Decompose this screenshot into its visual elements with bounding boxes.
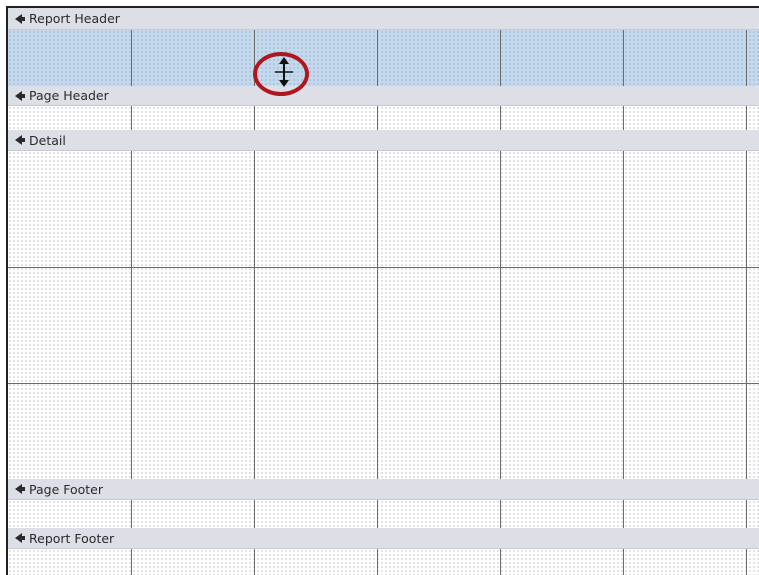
detail-section[interactable]: [8, 151, 759, 479]
grid-line: [254, 151, 255, 479]
grid-line: [254, 549, 255, 575]
grid-line: [746, 500, 747, 528]
report-footer-section[interactable]: [8, 549, 759, 575]
grid-line: [254, 500, 255, 528]
page-footer-section[interactable]: [8, 500, 759, 528]
grid-line: [8, 383, 759, 384]
grid-line: [131, 500, 132, 528]
grid-line: [377, 500, 378, 528]
grid-line: [623, 106, 624, 130]
detail-bar[interactable]: Detail: [8, 130, 759, 151]
page-header-bar[interactable]: Page Header: [8, 86, 759, 106]
report-header-section[interactable]: [8, 30, 759, 86]
grid-line: [500, 549, 501, 575]
report-footer-label: Report Footer: [29, 530, 115, 546]
page-footer-bar[interactable]: Page Footer: [8, 479, 759, 500]
report-design-canvas: Report Header Page Header Detail Page Fo…: [6, 6, 759, 575]
page-header-section[interactable]: [8, 106, 759, 130]
grid-line: [746, 549, 747, 575]
detail-label: Detail: [29, 132, 66, 148]
page-header-label: Page Header: [29, 88, 109, 103]
grid-line: [377, 151, 378, 479]
grid-line: [623, 500, 624, 528]
report-footer-bar[interactable]: Report Footer: [8, 528, 759, 549]
grid-line: [500, 151, 501, 479]
section-marker-icon: [15, 13, 25, 24]
section-marker-icon: [15, 533, 25, 543]
report-header-bar[interactable]: Report Header: [8, 8, 759, 30]
grid-line: [131, 549, 132, 575]
grid-line: [500, 500, 501, 528]
grid-line: [746, 30, 747, 86]
grid-line: [500, 30, 501, 86]
grid-line: [623, 549, 624, 575]
grid-line: [131, 106, 132, 130]
grid-line: [8, 267, 759, 268]
grid-line: [131, 30, 132, 86]
grid-line: [500, 106, 501, 130]
grid-line: [131, 151, 132, 479]
section-marker-icon: [15, 90, 25, 101]
grid-line: [746, 151, 747, 479]
report-header-label: Report Header: [29, 11, 120, 26]
grid-line: [377, 549, 378, 575]
page-footer-label: Page Footer: [29, 481, 104, 497]
grid-line: [377, 106, 378, 130]
grid-line: [746, 106, 747, 130]
grid-line: [254, 106, 255, 130]
grid-line: [377, 30, 378, 86]
section-marker-icon: [15, 135, 25, 145]
grid-line: [623, 151, 624, 479]
vertical-resize-cursor-icon[interactable]: [272, 56, 296, 88]
grid-line: [623, 30, 624, 86]
section-marker-icon: [15, 484, 25, 494]
